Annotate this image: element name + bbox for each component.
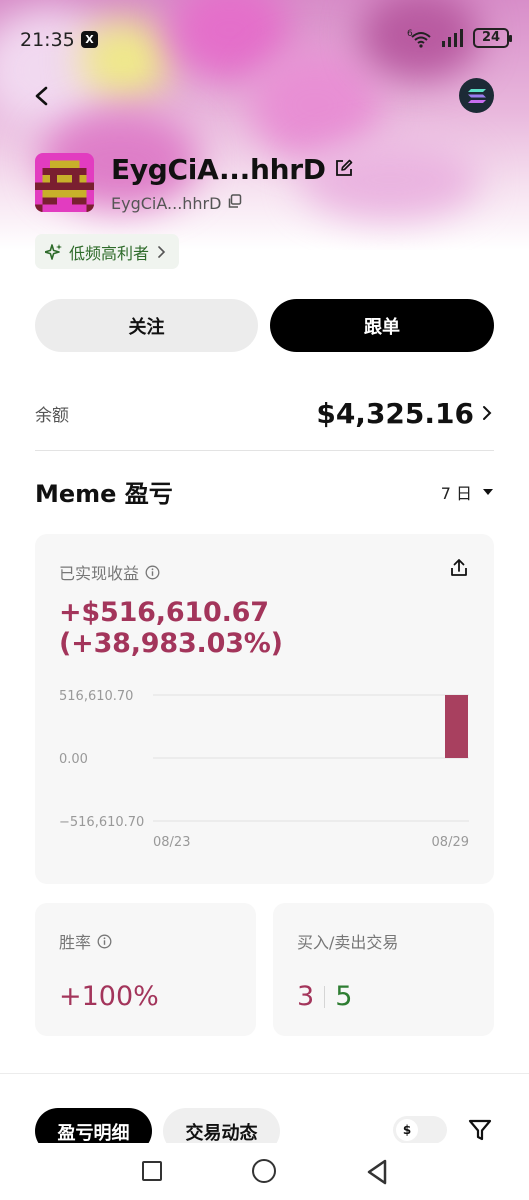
divider	[35, 450, 494, 451]
chevron-left-icon	[35, 86, 48, 106]
pixel-avatar-icon	[35, 153, 94, 212]
profile-name-row: EygCiA...hhrD	[111, 153, 354, 186]
filter-icon[interactable]	[468, 1118, 492, 1142]
wifi-label: 6	[407, 29, 413, 39]
trades-label: 买入/卖出交易	[297, 933, 399, 952]
sell-count: 5	[335, 981, 353, 1012]
edit-icon	[335, 159, 352, 176]
address-row: EygCiA...hhrD	[111, 194, 242, 213]
profile-name: EygCiA...hhrD	[111, 153, 326, 186]
trader-tag[interactable]: 低频高利者	[35, 234, 180, 269]
wifi-icon: 6	[407, 29, 431, 48]
pnl-section-title: Meme 盈亏	[35, 480, 173, 508]
recent-apps-button[interactable]	[142, 1161, 162, 1181]
info-icon[interactable]	[145, 565, 160, 580]
period-label: 7 日	[440, 484, 472, 503]
pnl-chart: 516,610.70 0.00 −516,610.70 08/23 08/29	[59, 689, 469, 850]
battery-indicator: 24	[473, 28, 512, 48]
trades-card: 买入/卖出交易 3 5	[273, 903, 494, 1036]
balance-row[interactable]: 余额 $4,325.16	[35, 390, 494, 436]
chart-x-tick-label: 08/29	[432, 835, 469, 850]
chart-y-tick-label: 516,610.70	[59, 689, 133, 704]
win-rate-card: 胜率 +100%	[35, 903, 256, 1036]
home-button[interactable]	[252, 1159, 276, 1183]
realized-label-group: 已实现收益	[59, 560, 160, 584]
chevron-right-icon	[483, 406, 492, 420]
avatar	[35, 153, 94, 212]
solana-chain-button[interactable]	[459, 78, 494, 113]
back-button[interactable]	[28, 82, 56, 110]
trade-counts: 3 5	[297, 981, 352, 1012]
copy-address-button[interactable]	[227, 194, 242, 213]
period-selector[interactable]: 7 日	[441, 480, 494, 504]
signal-icon	[442, 29, 463, 47]
realized-pnl-value: +$516,610.67 (+38,983.03%)	[59, 597, 283, 659]
tag-label: 低频高利者	[69, 243, 150, 263]
status-bar: 21:35 X 6 24	[0, 0, 529, 80]
balance-label: 余额	[35, 405, 69, 426]
currency-toggle[interactable]: $	[393, 1116, 447, 1144]
x-app-icon: X	[81, 31, 98, 48]
dollar-icon: $	[396, 1119, 418, 1141]
win-rate-value: +100%	[59, 981, 159, 1012]
follow-button[interactable]: 关注	[35, 299, 258, 352]
copy-icon	[229, 194, 242, 208]
chart-y-tick-label: 0.00	[59, 752, 88, 767]
system-nav-bar	[0, 1143, 529, 1200]
realized-label: 已实现收益	[59, 564, 140, 583]
sparkle-icon	[45, 243, 62, 260]
solana-icon	[467, 88, 486, 103]
balance-value-group: $4,325.16	[316, 397, 494, 430]
caret-down-icon	[483, 489, 493, 495]
edit-name-button[interactable]	[334, 158, 354, 182]
realized-pnl-card: 已实现收益 +$516,610.67 (+38,983.03%) 516,610…	[35, 534, 494, 884]
info-icon[interactable]	[97, 934, 112, 949]
count-separator	[324, 985, 326, 1008]
chevron-right-icon	[158, 245, 166, 258]
win-rate-label: 胜率	[59, 933, 92, 952]
status-time: 21:35	[20, 29, 75, 51]
chart-bar	[445, 695, 468, 758]
buy-count: 3	[297, 981, 315, 1012]
chart-y-tick-label: −516,610.70	[59, 815, 144, 830]
section-divider	[0, 1073, 529, 1074]
chart-x-tick-label: 08/23	[153, 835, 190, 850]
wallet-address: EygCiA...hhrD	[111, 194, 222, 213]
copy-trade-button[interactable]: 跟单	[270, 299, 494, 352]
status-icons: 6 24	[407, 28, 512, 48]
balance-value: $4,325.16	[316, 396, 474, 430]
share-icon[interactable]	[449, 558, 469, 578]
back-triangle-icon[interactable]	[366, 1159, 388, 1185]
win-rate-label-group: 胜率	[59, 929, 112, 953]
